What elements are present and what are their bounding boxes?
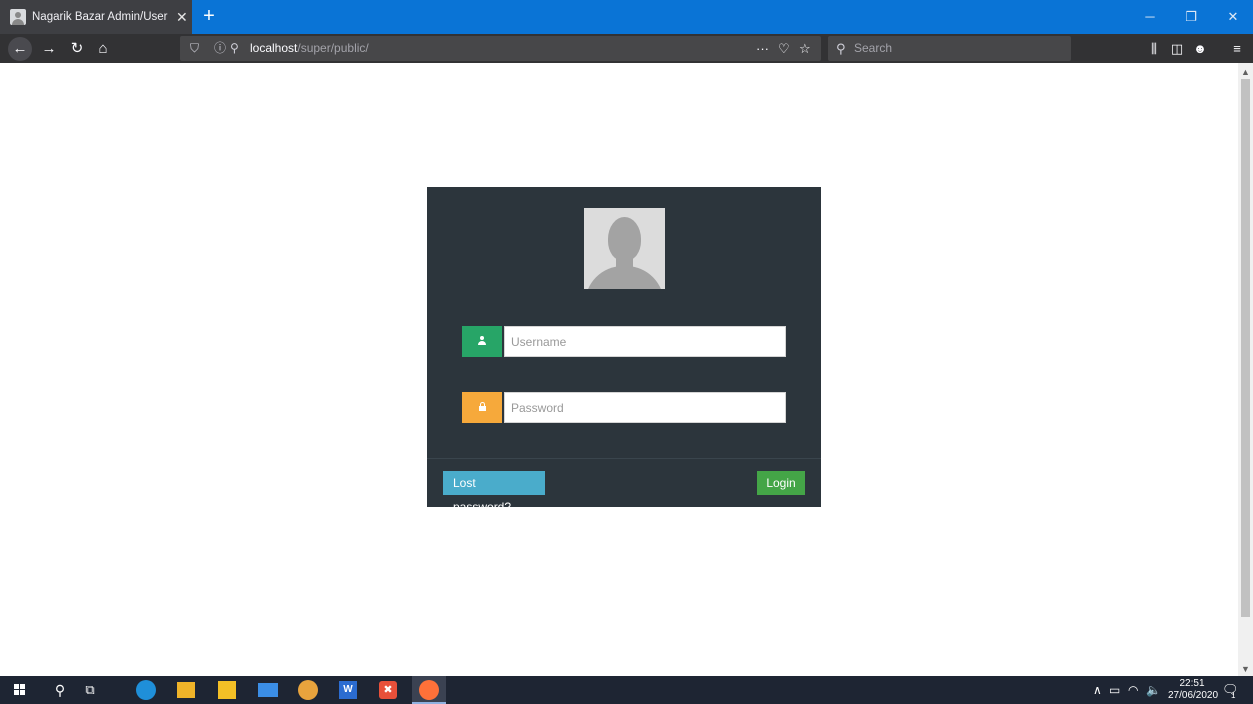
- battery-icon[interactable]: ▭: [1109, 676, 1120, 704]
- window-close-icon[interactable]: ✕: [1216, 0, 1250, 34]
- search-icon: ⚲: [836, 41, 846, 56]
- page-actions-icon[interactable]: ···: [756, 36, 769, 61]
- windows-taskbar: ⚲ ⧉ W ✖ ∧ ▭ ◠ 🔈 22:51 27/06/2020 🗨 1: [0, 676, 1253, 704]
- password-field-group: [462, 392, 786, 423]
- windows-start-icon[interactable]: [14, 684, 26, 696]
- username-field-group: [462, 326, 786, 357]
- new-tab-button[interactable]: +: [196, 4, 222, 30]
- tab-close-icon[interactable]: ✕: [176, 9, 188, 26]
- browser-search-box[interactable]: ⚲ Search: [828, 36, 1071, 61]
- tab-title: Nagarik Bazar Admin/User Log: [32, 11, 170, 23]
- user-icon: [462, 326, 502, 357]
- site-favicon-icon: [10, 9, 26, 25]
- scroll-up-arrow-icon[interactable]: ▲: [1238, 65, 1253, 79]
- url-host: localhost: [250, 41, 298, 55]
- chevron-up-icon[interactable]: ∧: [1093, 676, 1102, 704]
- password-input[interactable]: [504, 392, 786, 423]
- back-arrow-icon[interactable]: ←: [8, 37, 32, 61]
- firefox-icon[interactable]: [419, 680, 439, 700]
- search-placeholder: Search: [854, 41, 893, 55]
- login-button[interactable]: Login: [757, 471, 805, 495]
- wifi-icon[interactable]: ◠: [1128, 676, 1138, 704]
- restore-icon[interactable]: ❐: [1174, 0, 1208, 34]
- url-path: /super/public/: [297, 41, 369, 55]
- taskbar-search-icon[interactable]: ⚲: [50, 680, 70, 700]
- url-bar[interactable]: ⛉ ⓘ ⚲ localhost/super/public/ ··· ♡ ☆: [180, 36, 821, 61]
- login-panel: Lost password? Login: [427, 187, 821, 514]
- user-avatar-placeholder-icon: [584, 208, 665, 289]
- notification-count: 1: [1231, 691, 1236, 700]
- chrome-icon[interactable]: [298, 680, 318, 700]
- library-icon[interactable]: ⫼: [1142, 34, 1166, 63]
- mail-icon[interactable]: [258, 683, 278, 697]
- taskbar-clock[interactable]: 22:51 27/06/2020: [1168, 678, 1219, 702]
- home-icon[interactable]: ⌂: [90, 36, 116, 62]
- username-input[interactable]: [504, 326, 786, 357]
- xampp-icon[interactable]: ✖: [379, 681, 397, 699]
- url-text: localhost/super/public/: [250, 36, 369, 61]
- lock-icon: [462, 392, 502, 423]
- account-icon[interactable]: ☻: [1188, 34, 1212, 63]
- clock-date: 27/06/2020: [1168, 690, 1219, 701]
- notifications-icon[interactable]: 🗨 1: [1222, 682, 1239, 700]
- word-icon[interactable]: W: [339, 681, 357, 699]
- lost-password-button[interactable]: Lost password?: [443, 471, 545, 514]
- browser-nav-bar: ← → ↻ ⌂ ⛉ ⓘ ⚲ localhost/super/public/ ··…: [0, 34, 1253, 63]
- scroll-down-arrow-icon[interactable]: ▼: [1238, 662, 1253, 676]
- site-info-icon[interactable]: ⓘ: [214, 36, 226, 61]
- edge-icon[interactable]: [136, 680, 156, 700]
- page-scrollbar[interactable]: ▲ ▼: [1238, 63, 1253, 676]
- file-explorer-icon[interactable]: [177, 682, 195, 698]
- tracking-shield-icon[interactable]: ⛉: [190, 36, 199, 61]
- permissions-icon[interactable]: ⚲: [230, 36, 239, 61]
- bookmark-star-icon[interactable]: ☆: [799, 36, 811, 61]
- minimize-icon[interactable]: ─: [1133, 0, 1167, 34]
- volume-icon[interactable]: 🔈: [1146, 676, 1161, 704]
- forward-arrow-icon[interactable]: →: [36, 36, 62, 62]
- hamburger-menu-icon[interactable]: ≡: [1225, 34, 1249, 63]
- footer-divider: [427, 458, 821, 459]
- reload-icon[interactable]: ↻: [64, 36, 90, 62]
- clock-time: 22:51: [1179, 678, 1205, 689]
- scrollbar-thumb[interactable]: [1241, 79, 1250, 617]
- task-view-icon[interactable]: ⧉: [80, 680, 100, 700]
- pocket-icon[interactable]: ♡: [778, 36, 790, 61]
- sidebar-icon[interactable]: ◫: [1165, 34, 1189, 63]
- store-icon[interactable]: [218, 681, 236, 699]
- browser-tab[interactable]: Nagarik Bazar Admin/User Log ✕: [0, 0, 192, 34]
- browser-tab-bar: Nagarik Bazar Admin/User Log ✕ + ─ ❐ ✕: [0, 0, 1253, 34]
